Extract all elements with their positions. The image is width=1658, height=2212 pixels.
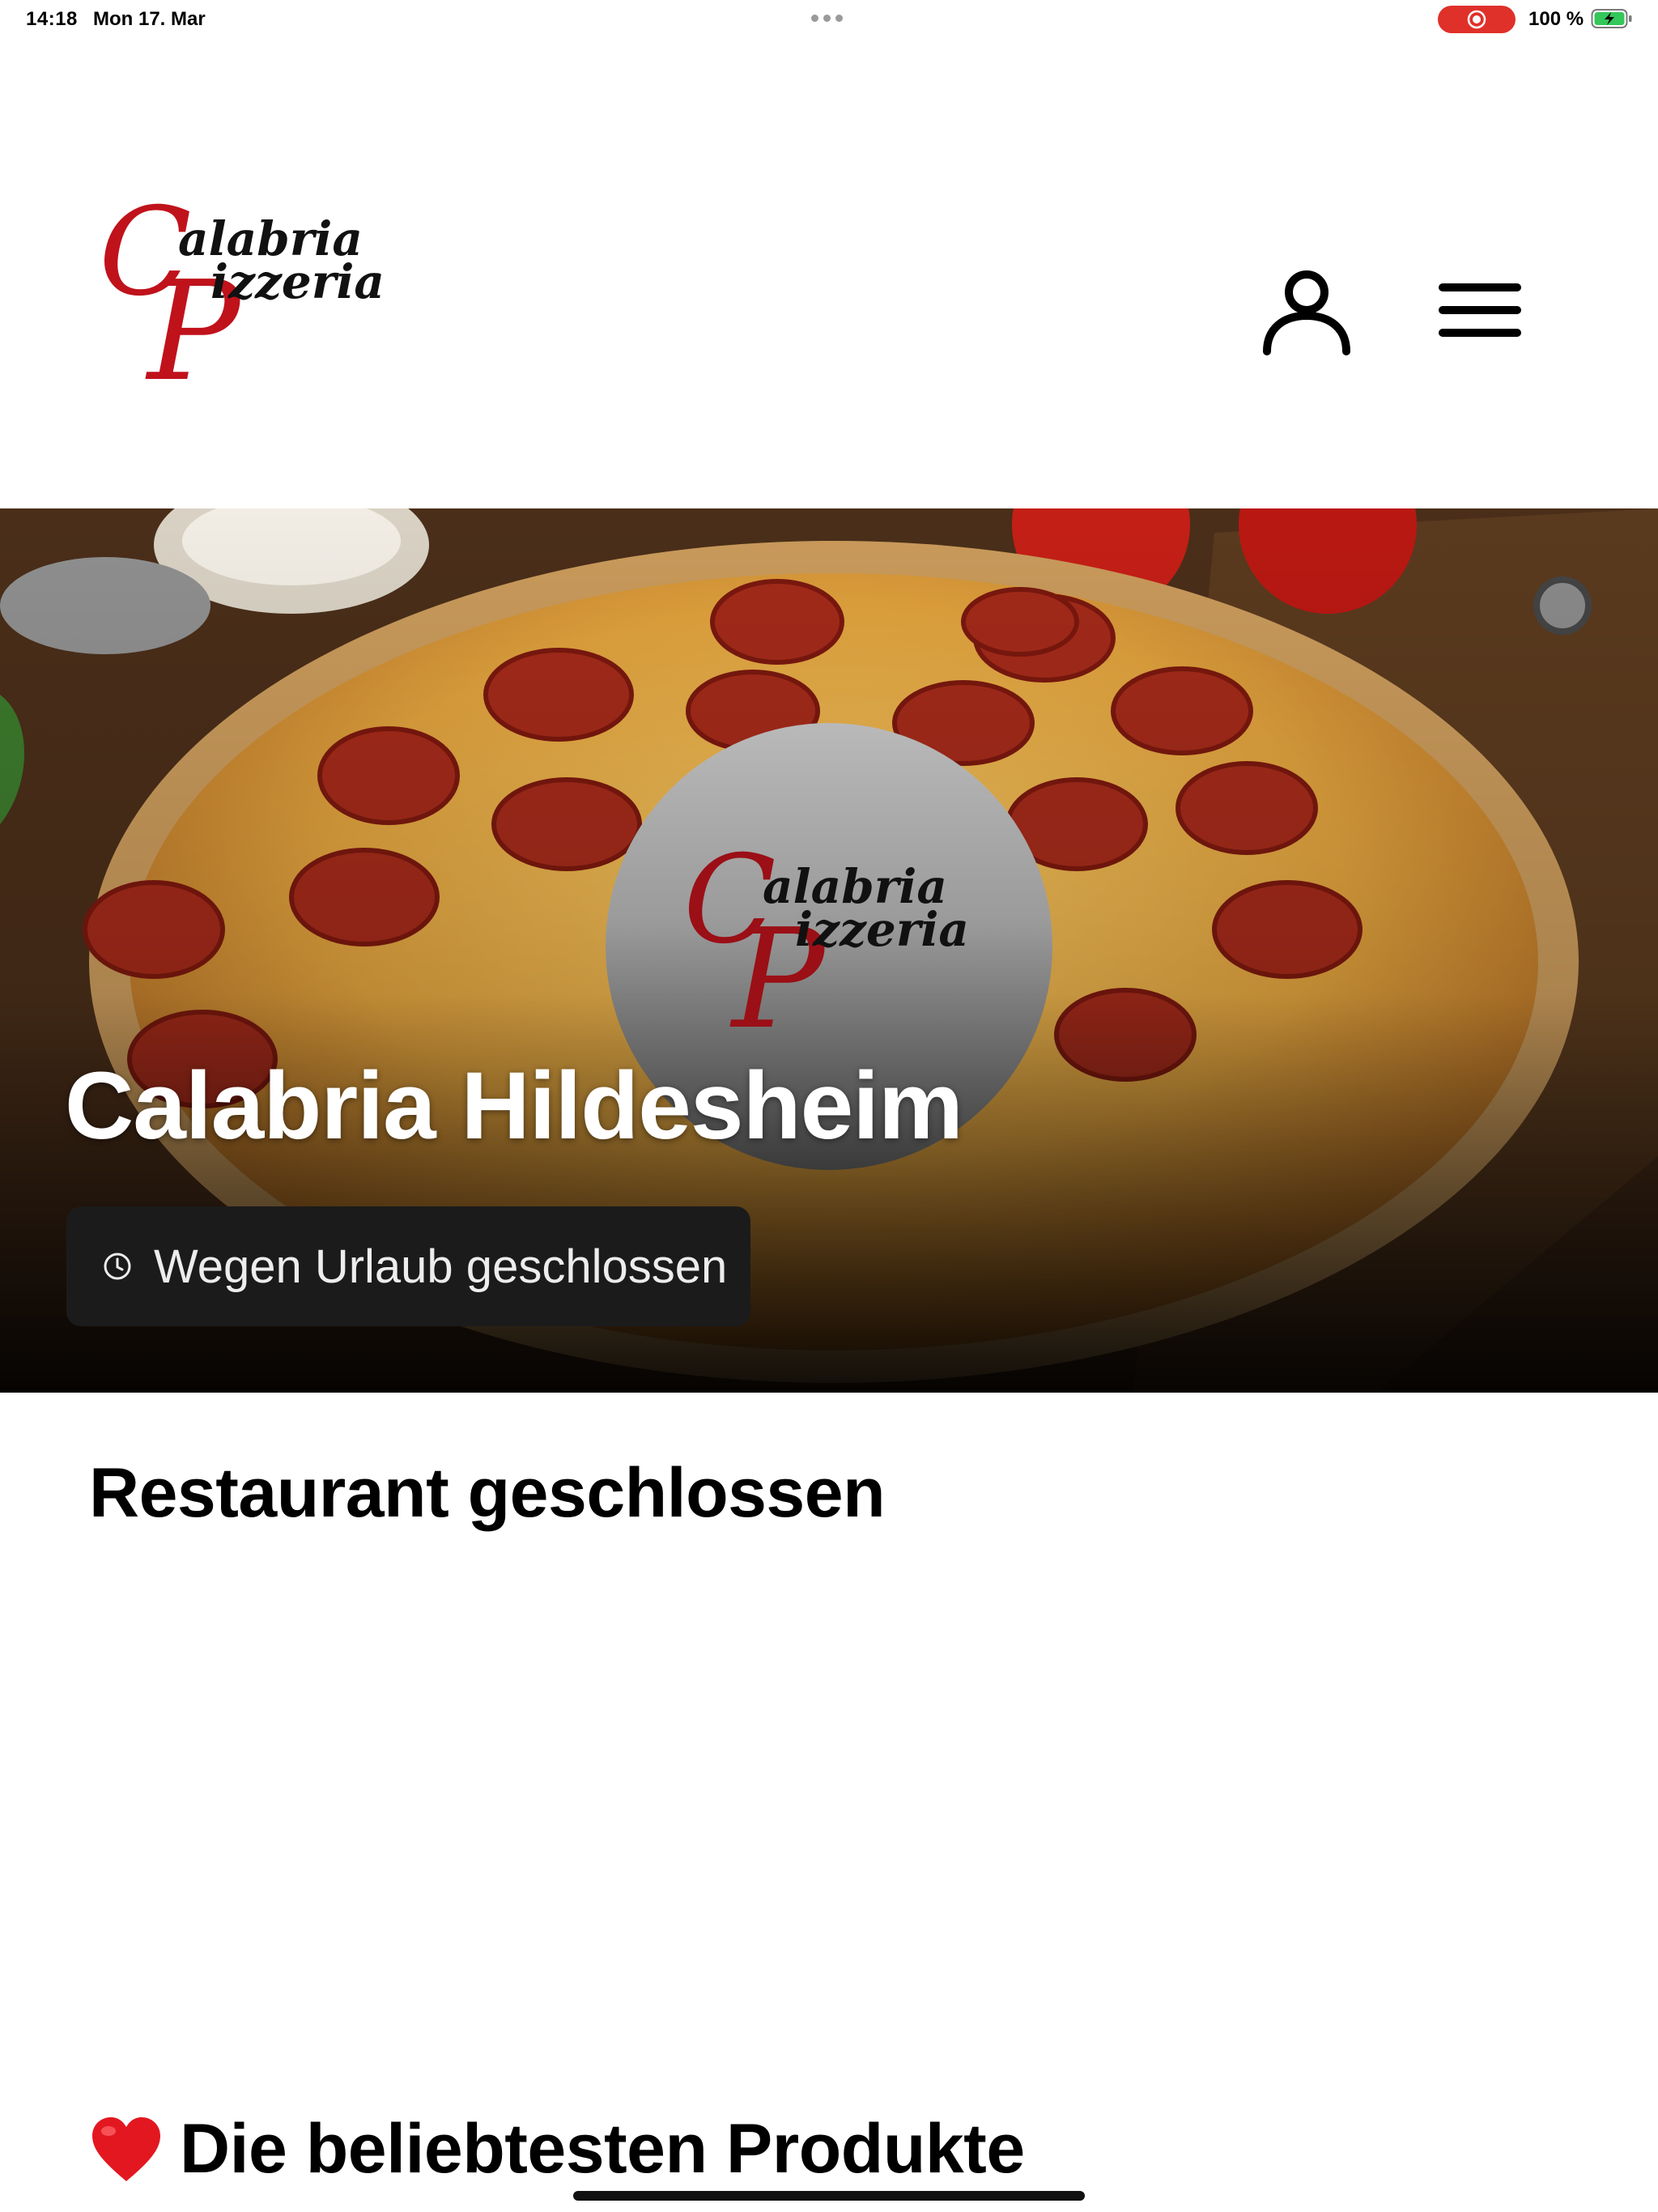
home-indicator[interactable] bbox=[573, 2191, 1085, 2201]
status-time: 14:18 bbox=[26, 8, 78, 30]
restaurant-closed-heading: Restaurant geschlossen bbox=[89, 1454, 886, 1532]
restaurant-hero: C alabria P izzeria Calabria Hildesheim … bbox=[0, 508, 1658, 1393]
screen-recording-indicator[interactable] bbox=[1438, 6, 1516, 33]
opening-status-chip: Wegen Urlaub geschlossen bbox=[66, 1206, 750, 1326]
svg-text:izzeria: izzeria bbox=[795, 902, 969, 957]
popular-products-heading: Die beliebtesten Produkte bbox=[180, 2110, 1025, 2188]
hamburger-menu-icon bbox=[1439, 283, 1521, 337]
logo-text-line2: izzeria bbox=[210, 254, 385, 309]
status-date: Mon 17. Mar bbox=[93, 8, 206, 30]
user-account-button[interactable] bbox=[1259, 264, 1354, 359]
clock-icon bbox=[104, 1253, 131, 1280]
heart-icon bbox=[92, 2116, 160, 2181]
status-bar: 14:18 Mon 17. Mar 100 % bbox=[0, 0, 1658, 39]
restaurant-name: Calabria Hildesheim bbox=[65, 1053, 963, 1159]
opening-status-text: Wegen Urlaub geschlossen bbox=[154, 1240, 728, 1293]
popular-products-section-header: Die beliebtesten Produkte bbox=[89, 2109, 1025, 2189]
main-menu-button[interactable] bbox=[1435, 274, 1525, 347]
battery-charging-icon bbox=[1591, 9, 1632, 28]
battery-percent: 100 % bbox=[1528, 8, 1584, 30]
record-icon bbox=[1467, 10, 1486, 29]
calabria-pizzeria-logo-badge: C alabria P izzeria bbox=[683, 836, 969, 1055]
calabria-pizzeria-logo[interactable]: C alabria P izzeria bbox=[91, 189, 398, 407]
user-icon bbox=[1263, 270, 1350, 355]
site-header: C alabria P izzeria bbox=[0, 39, 1658, 508]
multitasking-dots-icon[interactable] bbox=[811, 15, 843, 22]
